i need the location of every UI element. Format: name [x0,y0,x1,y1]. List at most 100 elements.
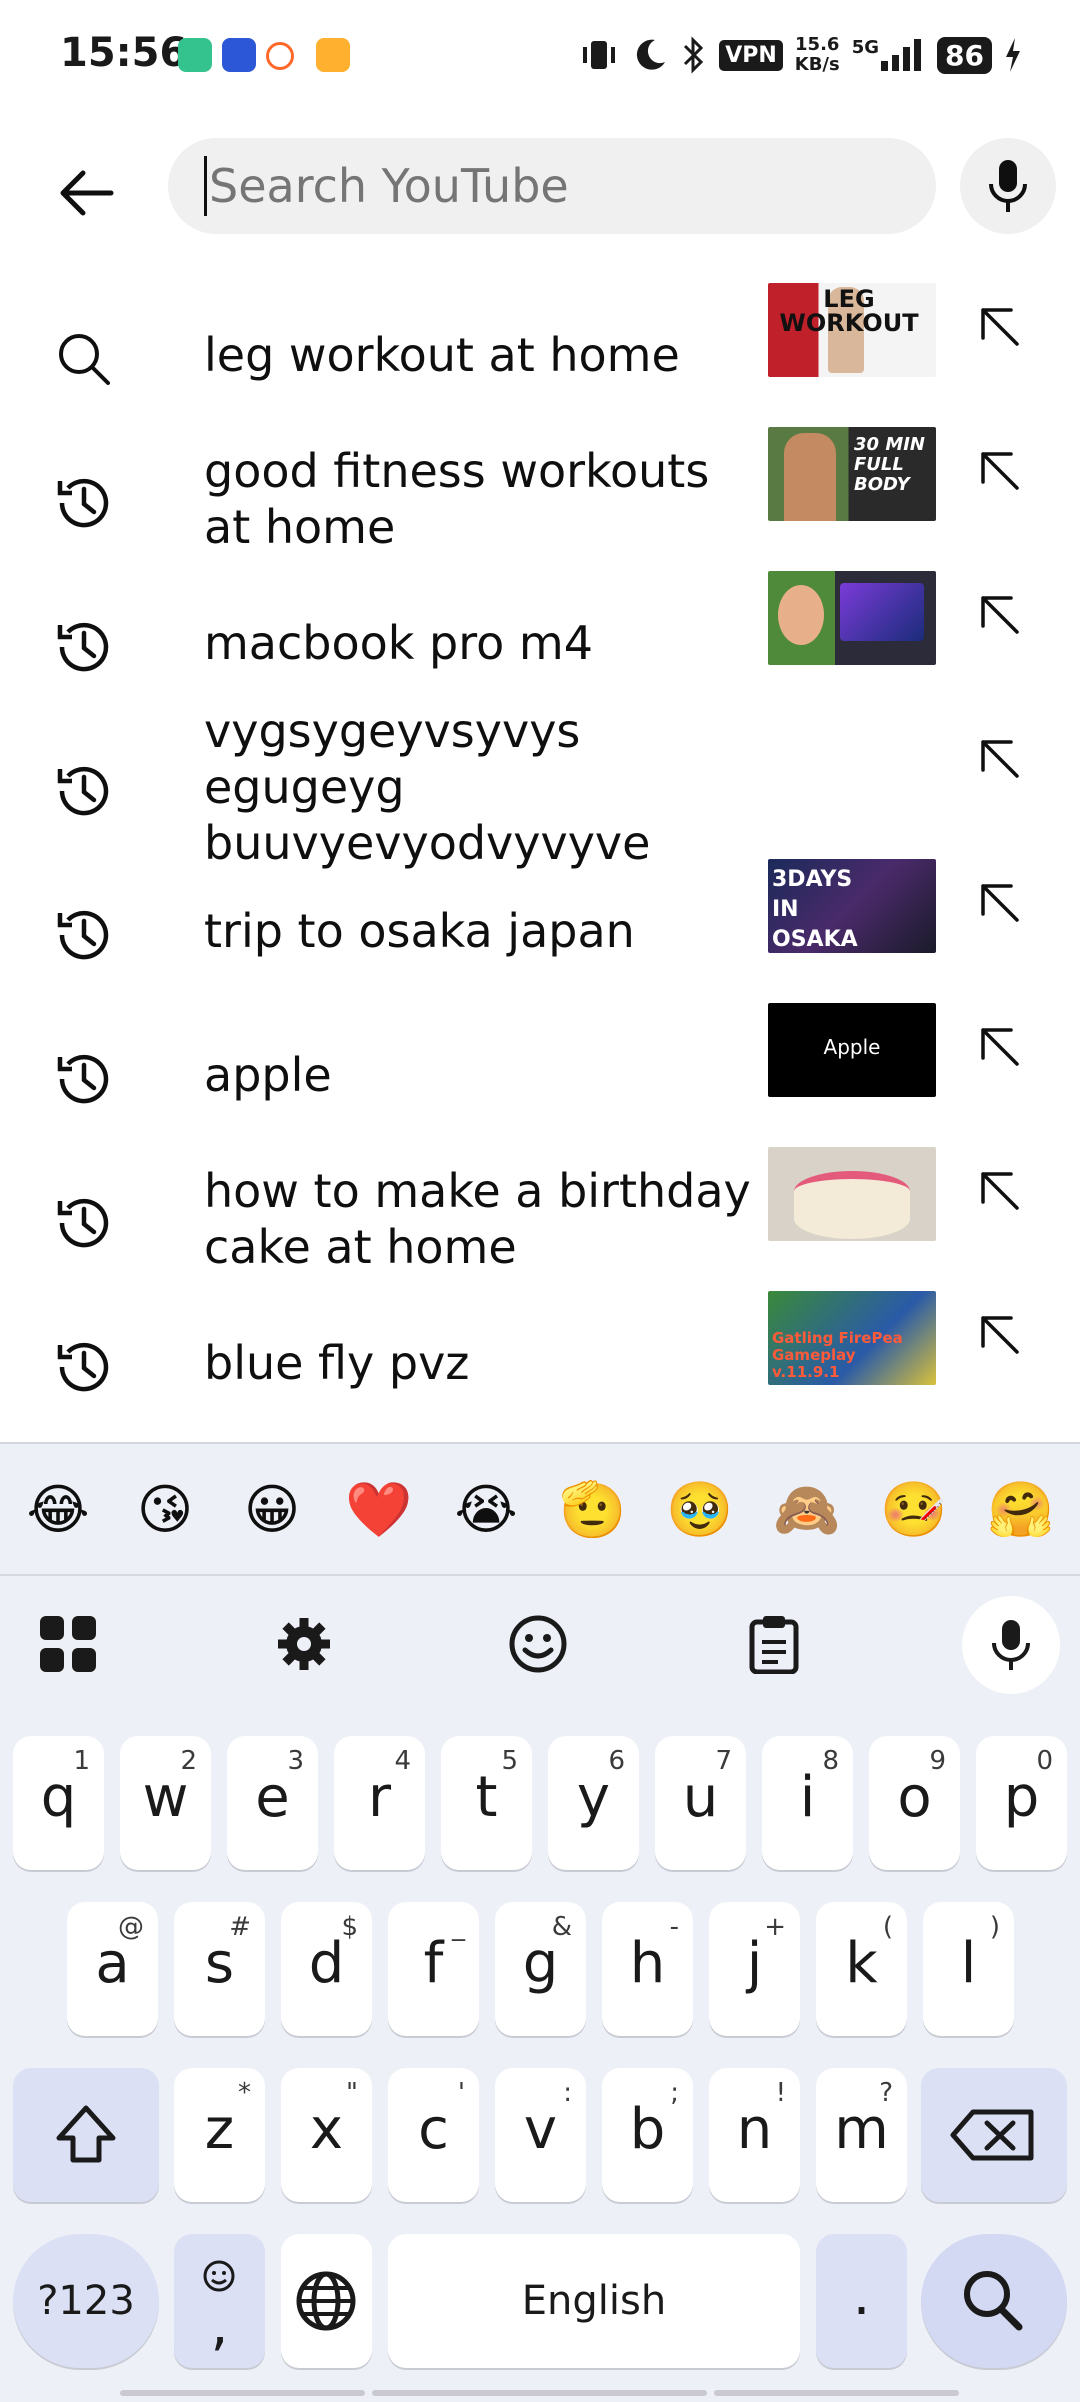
backspace-key[interactable] [921,2068,1067,2202]
emoji-suggestion[interactable]: 😘 [125,1480,205,1540]
emoji-suggestion[interactable]: 🙈 [767,1480,847,1540]
key-e[interactable]: 3e [227,1736,318,1870]
emoji-icon[interactable] [498,1604,578,1684]
suggestion-item[interactable]: how to make a birthday cake at home [0,1147,1080,1291]
period-key[interactable]: . [816,2234,907,2368]
key-u[interactable]: 7u [655,1736,746,1870]
key-p[interactable]: 0p [976,1736,1067,1870]
suggestion-thumbnail[interactable]: 3DAYS IN OSAKA [768,859,936,953]
symbols-key[interactable]: ?123 [13,2234,159,2368]
key-label: x [309,2097,344,2162]
suggestion-text: vygsygeyvsyvys egugeyg buuvyevyodvyvyve [204,704,651,870]
key-h[interactable]: -h [602,1902,693,2036]
search-input[interactable] [204,156,904,216]
suggestion-item[interactable]: trip to osaka japan 3DAYS IN OSAKA [0,859,1080,1003]
suggestion-thumbnail[interactable] [768,1147,936,1241]
fill-query-arrow-icon[interactable] [970,873,1030,933]
apps-grid-icon[interactable] [28,1604,108,1684]
key-b[interactable]: ; b [602,2068,693,2202]
key-r[interactable]: 4r [334,1736,425,1870]
back-button[interactable] [40,148,130,238]
emoji-suggestion[interactable]: 😂 [18,1480,98,1540]
key-v[interactable]: :v [495,2068,586,2202]
network-speed: 15.6 KB/s [795,35,840,75]
fill-query-arrow-icon[interactable] [970,441,1030,501]
emoji-suggestion[interactable]: 🥹 [660,1480,740,1540]
key-label: , [210,2293,229,2358]
keyboard-voice-input-button[interactable] [962,1596,1060,1694]
suggestion-thumbnail[interactable]: Apple [768,1003,936,1097]
suggestion-thumbnail[interactable]: 30 MIN FULL BODY [768,427,936,521]
key-l[interactable]: ) l [923,1902,1014,2036]
network-speed-value: 15.6 [795,34,840,55]
key-s[interactable]: # s [174,1902,265,2036]
search-key[interactable] [921,2234,1067,2368]
suggestion-item[interactable]: macbook pro m4 [0,571,1080,715]
thumbnail-laptop-screen [840,583,924,641]
search-bar[interactable] [168,138,936,234]
emoji-suggestion[interactable]: 😀 [232,1480,312,1540]
fill-query-arrow-icon[interactable] [970,585,1030,645]
key-label: ?123 [37,2278,135,2324]
key-m[interactable]: ? m [816,2068,907,2202]
fill-query-arrow-icon[interactable] [970,297,1030,357]
key-x[interactable]: " x [281,2068,372,2202]
nav-segment [120,2390,365,2396]
settings-gear-icon[interactable] [264,1604,344,1684]
key-d[interactable]: $ d [281,1902,372,2036]
key-t[interactable]: 5t [441,1736,532,1870]
key-y[interactable]: 6y [548,1736,639,1870]
backspace-icon [950,2109,1034,2161]
voice-search-button[interactable] [960,138,1056,234]
emoji-suggestion[interactable]: ❤️ [339,1480,419,1540]
suggestion-thumbnail[interactable] [768,571,936,665]
suggestion-text: trip to osaka japan [204,904,635,958]
key-w[interactable]: 2w [120,1736,211,1870]
key-z[interactable]: * z [174,2068,265,2202]
key-n[interactable]: ! n [709,2068,800,2202]
signal-indicator: 5G [852,39,925,71]
suggestion-item[interactable]: leg workout at home LEG WORKOUT [0,283,1080,427]
emoji-suggestion[interactable]: 🫡 [553,1480,633,1540]
suggestion-thumbnail[interactable]: LEG WORKOUT [768,283,936,377]
key-label: n [736,2097,773,2162]
emoji-suggestion[interactable]: 🤒 [874,1480,954,1540]
fill-query-arrow-icon[interactable] [970,729,1030,789]
key-label: . [852,2263,871,2328]
network-type: 5G [851,37,880,58]
fill-query-arrow-icon[interactable] [970,1161,1030,1221]
key-g[interactable]: & g [495,1902,586,2036]
shift-key[interactable] [13,2068,159,2202]
suggestion-item[interactable]: good fitness workouts at home 30 MIN FUL… [0,427,1080,571]
do-not-disturb-moon-icon [637,39,666,70]
key-f[interactable]: _ f [388,1902,479,2036]
bluetooth-icon [684,36,704,74]
thumbnail-face [778,585,824,645]
key-c[interactable]: ' c [388,2068,479,2202]
history-icon [50,901,118,969]
key-q[interactable]: 1q [13,1736,104,1870]
emoji-suggestion[interactable]: 😭 [446,1480,526,1540]
suggestion-text: good fitness workouts at home [204,444,710,554]
thumbnail-title: Apple [823,1035,881,1059]
key-label: b [629,2097,666,2162]
language-key[interactable] [281,2234,372,2368]
key-a[interactable]: @ a [67,1902,158,2036]
key-o[interactable]: 9o [869,1736,960,1870]
suggestion-item[interactable]: vygsygeyvsyvys egugeyg buuvyevyodvyvyve [0,704,1080,870]
suggestion-item[interactable]: blue fly pvz Gatling FirePea Gameplay v.… [0,1291,1080,1435]
clipboard-icon[interactable] [734,1604,814,1684]
space-key[interactable]: English [388,2234,800,2368]
key-j[interactable]: + j [709,1902,800,2036]
comma-emoji-key[interactable]: , [174,2234,265,2368]
key-label: l [960,1931,977,1996]
emoji-suggestion[interactable]: 🤗 [981,1480,1061,1540]
suggestion-thumbnail[interactable]: Gatling FirePea Gameplay v.11.9.1 [768,1291,936,1385]
suggestion-item[interactable]: apple Apple [0,1003,1080,1147]
key-label: p [1003,1765,1040,1830]
fill-query-arrow-icon[interactable] [970,1017,1030,1077]
key-k[interactable]: (k [816,1902,907,2036]
notification-app-icon-3 [266,42,294,70]
key-i[interactable]: 8i [762,1736,853,1870]
fill-query-arrow-icon[interactable] [970,1305,1030,1365]
